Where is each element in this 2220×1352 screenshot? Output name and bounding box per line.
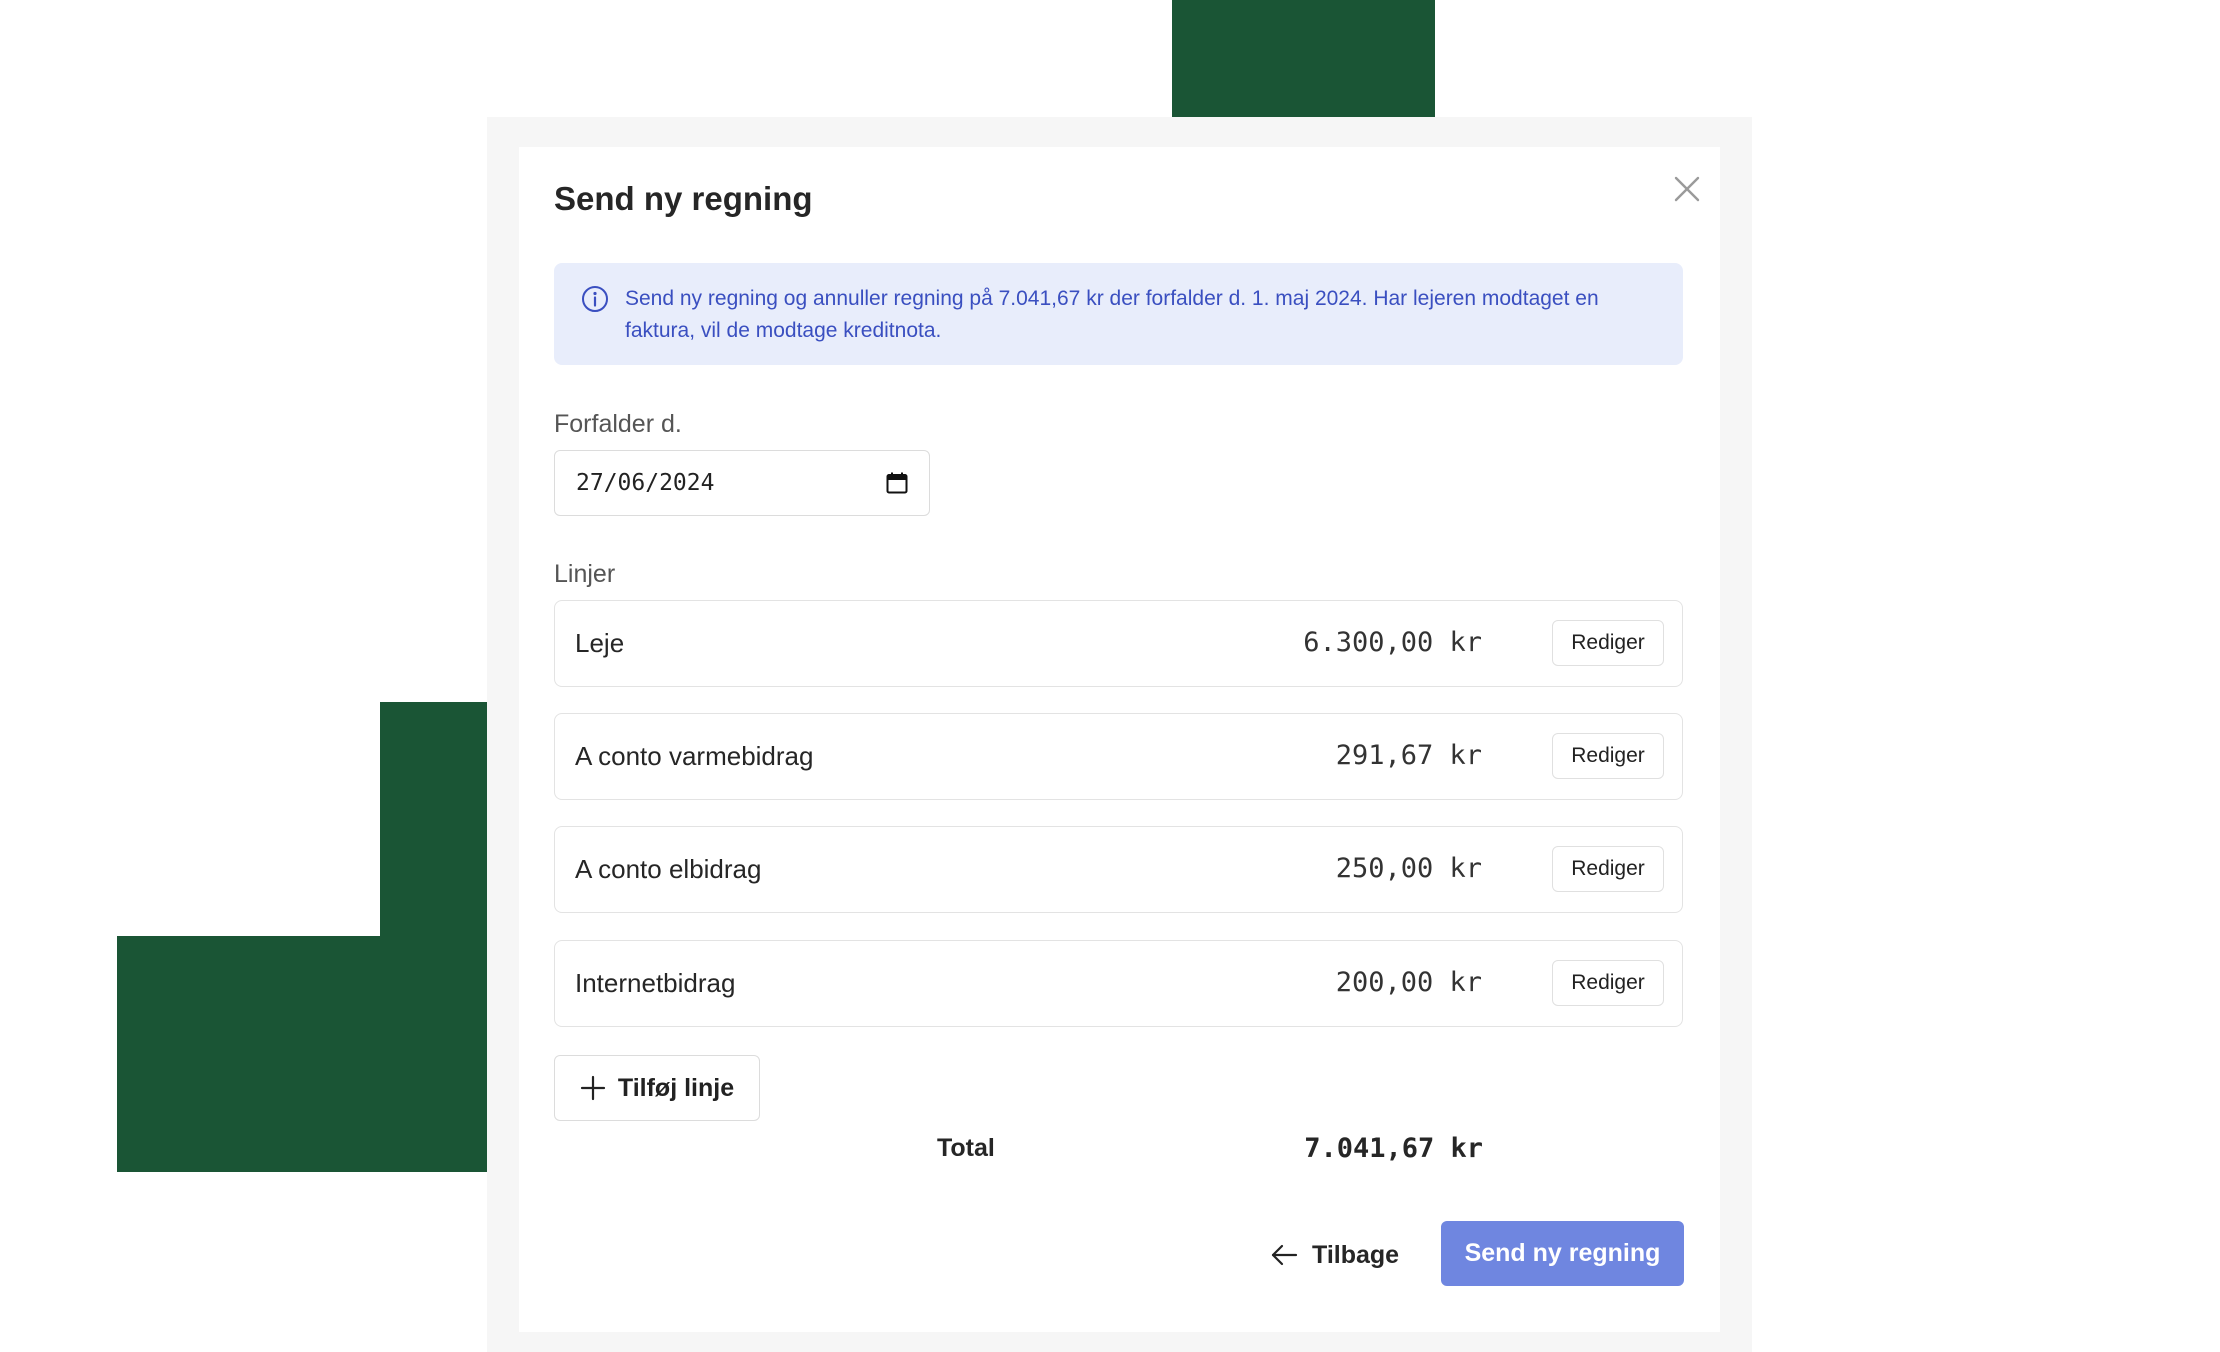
line-row-varmebidrag: A conto varmebidrag 291,67 kr Rediger xyxy=(554,713,1683,800)
line-amount: 250,00 kr xyxy=(1335,853,1482,884)
info-text: Send ny regning og annuller regning på 7… xyxy=(625,287,1599,342)
line-name: Internetbidrag xyxy=(575,968,736,998)
line-name: A conto elbidrag xyxy=(575,854,762,884)
lines-label: Linjer xyxy=(554,560,616,588)
line-name: A conto varmebidrag xyxy=(575,741,814,771)
edit-line-button[interactable]: Rediger xyxy=(1552,733,1664,779)
arrow-left-icon xyxy=(1271,1244,1298,1266)
add-line-label: Tilføj linje xyxy=(617,1073,735,1102)
decor-block-left-lower xyxy=(117,936,487,1172)
due-date-label: Forfalder d. xyxy=(554,410,682,438)
line-amount: 200,00 kr xyxy=(1335,967,1482,998)
back-button[interactable]: Tilbage xyxy=(1270,1222,1399,1288)
info-icon xyxy=(582,286,608,312)
close-icon xyxy=(1674,176,1700,202)
line-amount: 291,67 kr xyxy=(1335,740,1482,771)
decor-block-top xyxy=(1172,0,1435,117)
line-row-internetbidrag: Internetbidrag 200,00 kr Rediger xyxy=(554,940,1683,1027)
back-label: Tilbage xyxy=(1312,1240,1400,1269)
line-row-elbidrag: A conto elbidrag 250,00 kr Rediger xyxy=(554,826,1683,913)
line-row-leje: Leje 6.300,00 kr Rediger xyxy=(554,600,1683,687)
line-name: Leje xyxy=(575,628,625,658)
line-amount: 6.300,00 kr xyxy=(1303,627,1482,658)
calendar-icon[interactable] xyxy=(885,471,909,495)
edit-line-button[interactable]: Rediger xyxy=(1552,620,1664,666)
close-button[interactable] xyxy=(1667,169,1707,209)
edit-line-button[interactable]: Rediger xyxy=(1552,960,1664,1006)
total-value: 7.041,67 kr xyxy=(1304,1133,1483,1164)
modal-title: Send ny regning xyxy=(554,180,813,217)
due-date-input[interactable]: 27/06/2024 xyxy=(554,450,930,516)
info-alert: Send ny regning og annuller regning på 7… xyxy=(554,263,1683,365)
send-new-bill-button[interactable]: Send ny regning xyxy=(1441,1221,1684,1286)
plus-icon xyxy=(580,1075,605,1101)
add-line-button[interactable]: Tilføj linje xyxy=(554,1055,760,1121)
total-label: Total xyxy=(937,1134,995,1162)
due-date-value: 27/06/2024 xyxy=(576,470,715,496)
edit-line-button[interactable]: Rediger xyxy=(1552,846,1664,892)
